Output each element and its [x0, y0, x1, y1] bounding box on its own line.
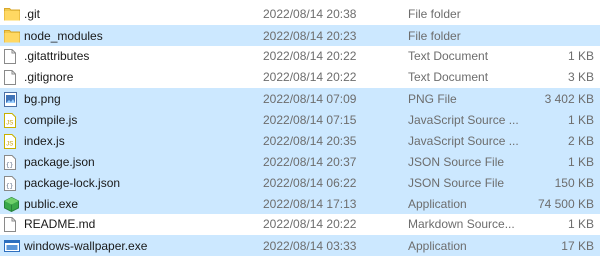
json-file-icon: {}	[4, 155, 18, 170]
file-date-modified: 2022/08/14 20:22	[263, 49, 357, 63]
json-file-icon: {}	[4, 176, 18, 191]
file-row[interactable]: JS index.js 2022/08/14 20:35 JavaScript Sou…	[0, 130, 600, 151]
javascript-file-icon: JS	[4, 113, 18, 128]
file-name: .gitignore	[24, 70, 74, 84]
file-size: 2 KB	[567, 134, 594, 148]
file-date-modified: 2022/08/14 17:13	[263, 197, 357, 211]
file-date-modified: 2022/08/14 07:15	[263, 113, 357, 127]
svg-text:JS: JS	[6, 142, 13, 148]
folder-icon	[4, 29, 20, 44]
file-date-modified: 2022/08/14 20:37	[263, 155, 357, 169]
javascript-file-icon: JS	[4, 134, 18, 149]
file-name: .git	[24, 7, 41, 21]
text-document-icon	[4, 217, 18, 232]
file-type: Markdown Source...	[408, 217, 515, 231]
file-date-modified: 2022/08/14 20:22	[263, 70, 357, 84]
file-date-modified: 2022/08/14 20:23	[263, 29, 357, 43]
file-name: index.js	[24, 134, 65, 148]
file-row[interactable]: README.md 2022/08/14 20:22 Markdown Source…	[0, 214, 600, 235]
file-size: 3 KB	[567, 70, 594, 84]
file-name: .gitattributes	[24, 49, 90, 63]
file-list: .git 2022/08/14 20:38 File folder node_modu…	[0, 0, 612, 256]
file-row[interactable]: .gitattributes 2022/08/14 20:22 Text Docum…	[0, 46, 600, 67]
file-size: 17 KB	[561, 239, 594, 253]
file-row[interactable]: .git 2022/08/14 20:38 File folder	[0, 4, 600, 25]
file-row[interactable]: {} package-lock.json 2022/08/14 06:22 JSON …	[0, 172, 600, 193]
file-row[interactable]: node_modules 2022/08/14 20:23 File folder	[0, 25, 600, 46]
file-name: README.md	[24, 217, 96, 231]
file-date-modified: 2022/08/14 20:38	[263, 7, 357, 21]
svg-text:JS: JS	[6, 121, 13, 127]
svg-text:{}: {}	[6, 183, 13, 190]
file-size: 3 402 KB	[544, 92, 594, 106]
text-document-icon	[4, 49, 18, 64]
file-type: Text Document	[408, 70, 489, 84]
file-date-modified: 2022/08/14 03:33	[263, 239, 357, 253]
file-name: package-lock.json	[24, 176, 121, 190]
file-size: 1 KB	[567, 113, 594, 127]
file-name: compile.js	[24, 113, 78, 127]
application-window-icon	[4, 239, 20, 254]
file-name: windows-wallpaper.exe	[24, 239, 148, 253]
file-type: JSON Source File	[408, 155, 505, 169]
file-date-modified: 2022/08/14 07:09	[263, 92, 357, 106]
file-date-modified: 2022/08/14 06:22	[263, 176, 357, 190]
file-type: Text Document	[408, 49, 489, 63]
file-row[interactable]: windows-wallpaper.exe 2022/08/14 03:33 App…	[0, 235, 600, 256]
file-type: File folder	[408, 29, 461, 43]
text-document-icon	[4, 70, 18, 85]
file-date-modified: 2022/08/14 20:35	[263, 134, 357, 148]
file-type: PNG File	[408, 92, 457, 106]
file-type: File folder	[408, 7, 461, 21]
file-row[interactable]: {} package.json 2022/08/14 20:37 JSON Sourc…	[0, 151, 600, 172]
file-date-modified: 2022/08/14 20:22	[263, 217, 357, 231]
file-name: bg.png	[24, 92, 61, 106]
file-row[interactable]: JS compile.js 2022/08/14 07:15 JavaScript S…	[0, 109, 600, 130]
application-cube-icon	[4, 197, 19, 212]
file-size: 1 KB	[567, 155, 594, 169]
file-row[interactable]: .gitignore 2022/08/14 20:22 Text Document 3…	[0, 67, 600, 88]
file-type: JavaScript Source ...	[408, 134, 519, 148]
file-row[interactable]: bg.png 2022/08/14 07:09 PNG File 3 402 KB	[0, 88, 600, 109]
file-type: Application	[408, 239, 467, 253]
folder-icon	[4, 7, 20, 22]
file-name: package.json	[24, 155, 95, 169]
file-name: public.exe	[24, 197, 79, 211]
file-size: 1 KB	[567, 217, 594, 231]
file-type: Application	[408, 197, 467, 211]
file-row[interactable]: public.exe 2022/08/14 17:13 Application 74 …	[0, 193, 600, 214]
file-type: JSON Source File	[408, 176, 505, 190]
file-size: 1 KB	[567, 49, 594, 63]
file-size: 150 KB	[554, 176, 594, 190]
image-file-icon	[4, 92, 18, 107]
file-type: JavaScript Source ...	[408, 113, 519, 127]
svg-text:{}: {}	[6, 162, 13, 169]
file-size: 74 500 KB	[537, 197, 594, 211]
file-name: node_modules	[24, 29, 103, 43]
